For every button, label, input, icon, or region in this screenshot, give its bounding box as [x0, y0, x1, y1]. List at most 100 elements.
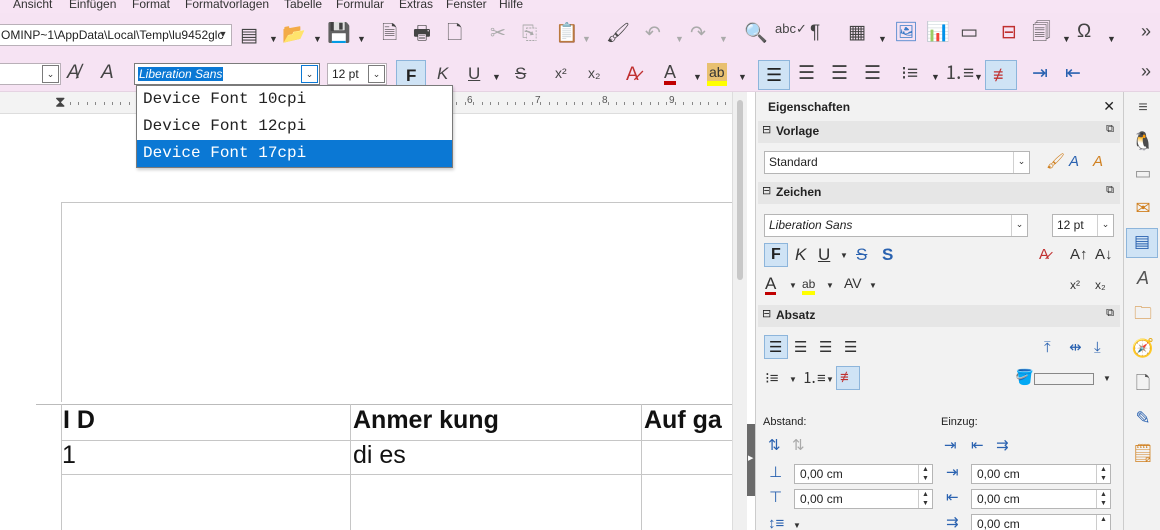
- decrease-indent-icon[interactable]: ⇤: [1065, 64, 1081, 83]
- navigator-icon[interactable]: 🧭: [1130, 335, 1156, 361]
- properties-tab[interactable]: ▤: [1126, 228, 1158, 258]
- dropdown-arrow-icon[interactable]: ▼: [869, 282, 877, 290]
- indent-marker-icon[interactable]: ⧗: [55, 94, 66, 111]
- paste-icon[interactable]: 📋: [555, 24, 579, 43]
- spin-buttons[interactable]: ▲ ▼: [1096, 465, 1110, 483]
- page-header-area[interactable]: [61, 202, 732, 402]
- align-center-icon[interactable]: ☰: [798, 64, 815, 83]
- close-icon[interactable]: ✕: [1103, 98, 1115, 115]
- spin-buttons[interactable]: ▲ ▼: [918, 490, 932, 508]
- undo-icon[interactable]: ↶: [645, 24, 661, 43]
- chevron-down-icon[interactable]: ⌄: [1011, 215, 1027, 236]
- more-options-icon[interactable]: ⧉: [1106, 184, 1114, 197]
- formatting-marks-icon[interactable]: ¶: [810, 23, 820, 42]
- print-preview-icon[interactable]: 🗋: [447, 24, 462, 43]
- subscript-button[interactable]: x₂: [588, 66, 600, 80]
- find-replace-icon[interactable]: 🔍: [744, 24, 768, 43]
- update-style-icon[interactable]: A̸: [67, 63, 80, 82]
- chevron-down-icon[interactable]: ⌄: [301, 65, 318, 83]
- sidebar-align-center-icon[interactable]: ☰: [794, 340, 807, 355]
- insert-field-icon[interactable]: 🗐: [1032, 23, 1051, 42]
- dropdown-arrow-icon[interactable]: ▼: [878, 34, 887, 44]
- increase-font-size-icon[interactable]: A↑: [1070, 247, 1088, 262]
- panel-absatz-header[interactable]: ⊟ Absatz ⧉: [758, 305, 1120, 327]
- font-color-icon[interactable]: A: [664, 63, 677, 85]
- copy-icon[interactable]: ⎘: [522, 24, 537, 43]
- manage-changes-icon[interactable]: 🗒: [1130, 440, 1156, 466]
- font-option-selected[interactable]: Device Font 17cpi: [137, 140, 452, 167]
- after-indent-field[interactable]: 0,00 cm ▲ ▼: [971, 489, 1111, 509]
- first-line-indent-field[interactable]: 0,00 cm ▲: [971, 514, 1111, 530]
- new-style-icon[interactable]: A: [101, 63, 114, 82]
- insert-chart-icon[interactable]: 📊: [926, 23, 950, 42]
- sidebar-subscript-icon[interactable]: x₂: [1095, 279, 1106, 291]
- highlight-color-icon[interactable]: ab: [707, 63, 727, 86]
- menu-ansicht[interactable]: Ansicht: [13, 0, 52, 11]
- print-icon[interactable]: 🖶: [413, 24, 431, 43]
- new-style-icon[interactable]: A: [1093, 154, 1103, 169]
- align-left-button[interactable]: ☰: [758, 60, 790, 90]
- insert-textbox-icon[interactable]: ▭: [960, 23, 978, 42]
- save-icon[interactable]: 💾: [327, 24, 351, 43]
- font-option[interactable]: Device Font 12cpi: [137, 113, 452, 140]
- dropdown-arrow-icon[interactable]: ▼: [931, 72, 940, 82]
- table-header-cell[interactable]: I D: [63, 406, 95, 435]
- align-bottom-icon[interactable]: ⤓: [1094, 340, 1101, 355]
- menu-fenster[interactable]: Fenster: [446, 0, 487, 11]
- chevron-down-icon[interactable]: ⌄: [1097, 215, 1113, 236]
- dropdown-arrow-icon[interactable]: ▼: [582, 34, 591, 44]
- sidebar-bold-button[interactable]: F: [764, 243, 788, 267]
- dropdown-arrow-icon[interactable]: ▼: [826, 282, 834, 290]
- spin-buttons[interactable]: ▲ ▼: [918, 465, 932, 483]
- insert-table-icon[interactable]: ▦: [848, 23, 866, 42]
- no-list-button[interactable]: ≢: [985, 60, 1017, 90]
- chevron-down-icon[interactable]: ⌄: [42, 65, 59, 83]
- special-character-icon[interactable]: Ω: [1077, 22, 1091, 41]
- scrollbar-thumb[interactable]: [737, 100, 743, 280]
- sidebar-italic-button[interactable]: K: [795, 246, 806, 263]
- before-indent-field[interactable]: 0,00 cm ▲ ▼: [971, 464, 1111, 484]
- dropdown-arrow-icon[interactable]: ▼: [789, 282, 797, 290]
- insert-image-icon[interactable]: 🖼: [894, 23, 918, 42]
- dropdown-arrow-icon[interactable]: ▼: [789, 376, 797, 384]
- cut-icon[interactable]: ✂: [490, 24, 506, 43]
- export-pdf-icon[interactable]: 🗎: [382, 24, 397, 43]
- sidebar-font-size-field[interactable]: 12 pt ⌄: [1052, 214, 1114, 237]
- menu-tabelle[interactable]: Tabelle: [284, 0, 322, 11]
- toolbar-overflow-icon[interactable]: »: [1141, 22, 1151, 40]
- sidebar-no-list-button[interactable]: ≢: [836, 366, 860, 390]
- italic-button[interactable]: K: [437, 65, 448, 82]
- dropdown-arrow-icon[interactable]: ▼: [357, 34, 366, 44]
- align-top-icon[interactable]: ⤒: [1044, 340, 1051, 355]
- chevron-down-icon[interactable]: ⌄: [368, 65, 385, 83]
- style-inspector-icon[interactable]: ✎: [1130, 405, 1156, 431]
- panel-vorlage-header[interactable]: ⊟ Vorlage ⧉: [758, 121, 1120, 143]
- sidebar-numbered-list-icon[interactable]: ⒈≡: [802, 371, 826, 386]
- panel-zeichen-header[interactable]: ⊟ Zeichen ⧉: [758, 182, 1120, 204]
- update-style-icon[interactable]: A: [1069, 154, 1079, 169]
- dropdown-arrow-icon[interactable]: ▼: [313, 34, 322, 44]
- font-name-dropdown-list[interactable]: Device Font 10cpi Device Font 12cpi Devi…: [136, 85, 453, 168]
- menu-hilfe[interactable]: Hilfe: [499, 0, 523, 11]
- dropdown-arrow-icon[interactable]: ▼: [1103, 375, 1111, 383]
- menu-formular[interactable]: Formular: [336, 0, 384, 11]
- collapse-icon[interactable]: ⊟: [762, 123, 771, 136]
- dropdown-arrow-icon[interactable]: ▼: [738, 72, 747, 82]
- more-options-icon[interactable]: ⧉: [1106, 123, 1114, 136]
- increase-spacing-icon[interactable]: ⇅: [768, 438, 781, 453]
- gallery-folder-icon[interactable]: 🗀: [1130, 300, 1156, 326]
- vertical-scrollbar[interactable]: [732, 92, 747, 530]
- page-icon[interactable]: ▭: [1130, 160, 1156, 186]
- decrease-spacing-icon[interactable]: ⇅: [792, 438, 805, 453]
- decrease-indent-icon[interactable]: ⇤: [971, 438, 984, 453]
- collapse-icon[interactable]: ⊟: [762, 184, 771, 197]
- more-options-icon[interactable]: ⧉: [1106, 307, 1114, 320]
- clone-formatting-icon[interactable]: 🖌: [606, 24, 630, 43]
- page-tab-icon[interactable]: 🗋: [1130, 370, 1156, 396]
- toolbar-overflow-icon[interactable]: »: [1141, 62, 1151, 80]
- decrease-font-size-icon[interactable]: A↓: [1095, 247, 1113, 262]
- sidebar-collapse-handle[interactable]: ▶: [747, 424, 755, 496]
- background-fill-icon[interactable]: 🪣: [1015, 370, 1034, 385]
- background-color-swatch[interactable]: [1034, 373, 1094, 385]
- dropdown-arrow-icon[interactable]: ▼: [793, 522, 801, 530]
